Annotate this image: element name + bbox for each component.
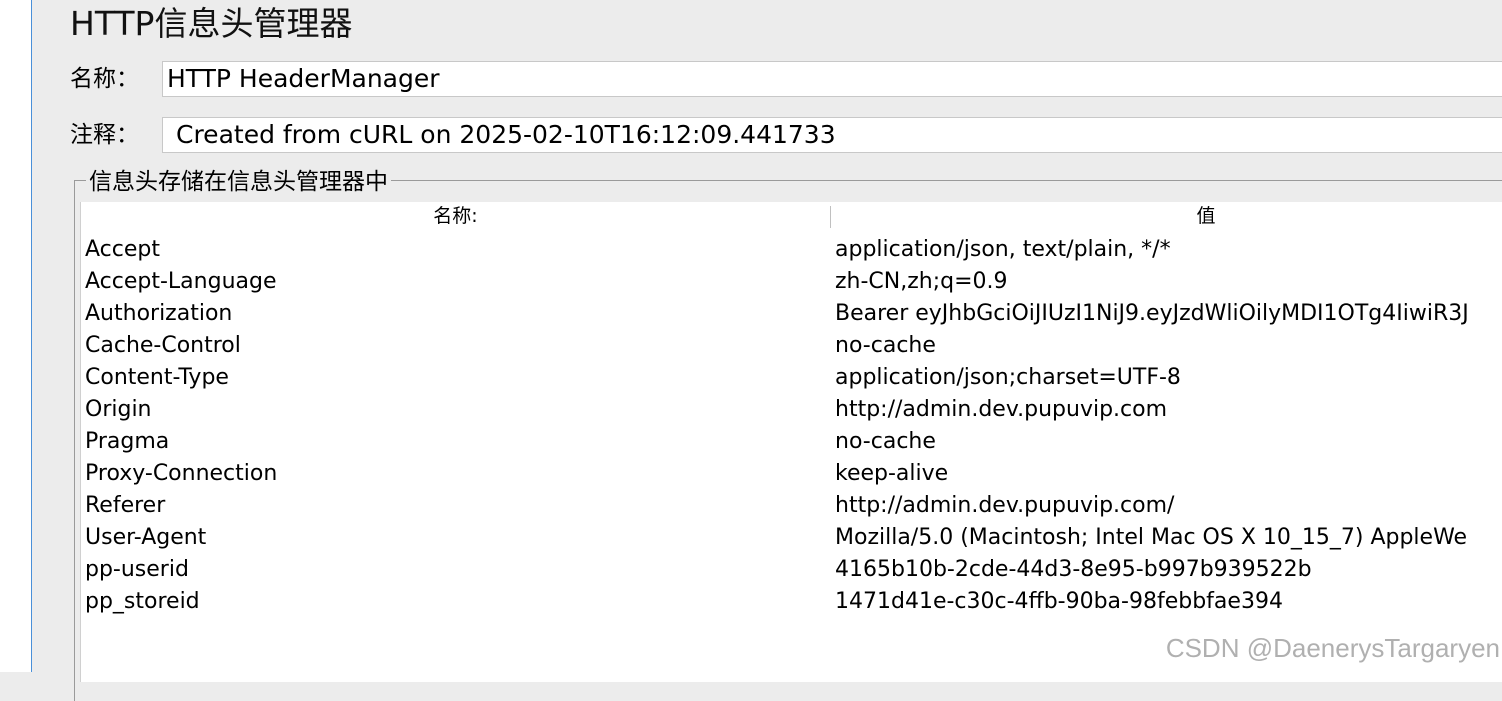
header-name-cell[interactable]: Cache-Control [85,330,241,362]
table-row[interactable]: Authorization Bearer eyJhbGciOiJIUzI1NiJ9… [81,298,1502,330]
header-name-cell[interactable]: pp_storeid [85,586,200,618]
column-header-name[interactable]: 名称: [81,202,830,232]
header-value-cell[interactable]: keep-alive [835,458,1502,490]
header-name-cell[interactable]: pp-userid [85,554,189,586]
header-name-cell[interactable]: Accept [85,234,160,266]
header-name-cell[interactable]: Content-Type [85,362,229,394]
table-header: 名称: 值 [81,202,1502,232]
comment-label: 注释： [70,122,139,148]
table-row[interactable]: Proxy-Connection keep-alive [81,458,1502,490]
table-row[interactable]: Origin http://admin.dev.pupuvip.com [81,394,1502,426]
header-value-cell[interactable]: no-cache [835,330,1502,362]
table-row[interactable]: Accept-Language zh-CN,zh;q=0.9 [81,266,1502,298]
header-name-cell[interactable]: Accept-Language [85,266,277,298]
watermark: CSDN @DaenerysTargaryen [1165,633,1500,663]
header-name-cell[interactable]: Authorization [85,298,232,330]
header-name-cell[interactable]: Proxy-Connection [85,458,277,490]
name-input[interactable]: HTTP HeaderManager [162,61,1502,97]
header-value-cell[interactable]: Mozilla/5.0 (Macintosh; Intel Mac OS X 1… [835,522,1502,554]
header-value-cell[interactable]: 4165b10b-2cde-44d3-8e95-b997b939522b [835,554,1502,586]
column-header-value[interactable]: 值 [831,202,1502,232]
comment-input[interactable]: Created from cURL on 2025-02-10T16:12:09… [162,117,1502,153]
header-value-cell[interactable]: http://admin.dev.pupuvip.com/ [835,490,1502,522]
table-row[interactable]: Accept application/json, text/plain, */* [81,234,1502,266]
name-label: 名称： [70,66,139,92]
header-name-cell[interactable]: Pragma [85,426,169,458]
table-row[interactable]: Cache-Control no-cache [81,330,1502,362]
header-value-cell[interactable]: application/json;charset=UTF-8 [835,362,1502,394]
left-panel-edge [0,0,32,672]
header-value-cell[interactable]: application/json, text/plain, */* [835,234,1502,266]
header-name-cell[interactable]: Referer [85,490,165,522]
page-title: HTTP信息头管理器 [70,4,353,43]
table-row[interactable]: Content-Type application/json;charset=UTF… [81,362,1502,394]
table-row[interactable]: Referer http://admin.dev.pupuvip.com/ [81,490,1502,522]
header-value-cell[interactable]: zh-CN,zh;q=0.9 [835,266,1502,298]
header-name-cell[interactable]: User-Agent [85,522,206,554]
table-row[interactable]: Pragma no-cache [81,426,1502,458]
table-body: Accept application/json, text/plain, */* A… [81,234,1502,618]
headers-group-title: 信息头存储在信息头管理器中 [86,167,391,197]
header-value-cell[interactable]: Bearer eyJhbGciOiJIUzI1NiJ9.eyJzdWliOily… [835,298,1502,330]
header-value-cell[interactable]: http://admin.dev.pupuvip.com [835,394,1502,426]
headers-table: 名称: 值 Accept application/json, text/plain… [80,202,1502,682]
table-row[interactable]: pp_storeid 1471d41e-c30c-4ffb-90ba-98febb… [81,586,1502,618]
header-value-cell[interactable]: no-cache [835,426,1502,458]
header-value-cell[interactable]: 1471d41e-c30c-4ffb-90ba-98febbfae394 [835,586,1502,618]
header-name-cell[interactable]: Origin [85,394,152,426]
table-row[interactable]: User-Agent Mozilla/5.0 (Macintosh; Intel … [81,522,1502,554]
table-row[interactable]: pp-userid 4165b10b-2cde-44d3-8e95-b997b93… [81,554,1502,586]
